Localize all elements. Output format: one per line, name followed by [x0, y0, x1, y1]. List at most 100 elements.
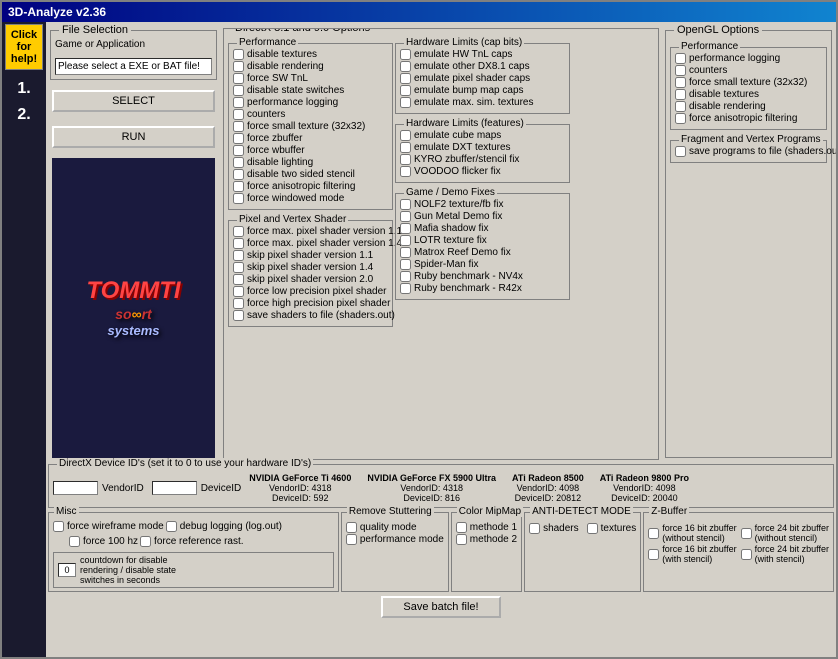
checkbox[interactable]	[233, 262, 244, 273]
vendor-id-label: VendorID	[102, 483, 144, 494]
checkbox-label: force anisotropic filtering	[689, 113, 797, 124]
checkbox-label: skip pixel shader version 1.4	[247, 262, 373, 273]
device-id-input[interactable]	[152, 481, 197, 495]
run-button[interactable]: RUN	[52, 126, 215, 148]
performance-mode-checkbox[interactable]	[346, 534, 357, 545]
checkbox[interactable]	[400, 97, 411, 108]
force-ref-label: force reference rast.	[154, 536, 243, 547]
checkbox[interactable]	[233, 121, 244, 132]
checkbox[interactable]	[675, 113, 686, 124]
checkbox-label: disable textures	[689, 89, 759, 100]
checkbox-item: force anisotropic filtering	[675, 113, 822, 124]
checkbox[interactable]	[233, 133, 244, 144]
checkbox[interactable]	[233, 286, 244, 297]
save-batch-button[interactable]: Save batch file!	[381, 596, 500, 618]
checkbox[interactable]	[400, 211, 411, 222]
checkbox[interactable]	[233, 298, 244, 309]
hw-cap-checkboxes: emulate HW TnL capsemulate other DX8.1 c…	[400, 49, 565, 108]
checkbox[interactable]	[233, 193, 244, 204]
checkbox-item: emulate bump map caps	[400, 85, 565, 96]
checkbox-item: Ruby benchmark - NV4x	[400, 271, 565, 282]
checkbox[interactable]	[233, 169, 244, 180]
game-app-label: Game or Application	[55, 39, 212, 50]
checkbox[interactable]	[400, 247, 411, 258]
force24-stencil-checkbox[interactable]	[741, 549, 752, 560]
checkbox[interactable]	[400, 259, 411, 270]
checkbox[interactable]	[233, 109, 244, 120]
checkbox[interactable]	[400, 73, 411, 84]
performance-checkboxes: disable texturesdisable renderingforce S…	[233, 49, 388, 204]
checkbox-label: VOODOO flicker fix	[414, 166, 501, 177]
checkbox-item: force high precision pixel shader	[233, 298, 388, 309]
checkbox[interactable]	[233, 49, 244, 60]
checkbox[interactable]	[233, 145, 244, 156]
force16-no-stencil-label: force 16 bit zbuffer(without stencil)	[662, 523, 736, 543]
methode2-checkbox[interactable]	[456, 534, 467, 545]
checkbox[interactable]	[233, 226, 244, 237]
countdown-box: countdown for disable rendering / disabl…	[53, 552, 334, 588]
methode1-checkbox[interactable]	[456, 522, 467, 533]
checkbox-label: force small texture (32x32)	[689, 77, 807, 88]
checkbox[interactable]	[233, 250, 244, 261]
checkbox[interactable]	[675, 53, 686, 64]
checkbox[interactable]	[400, 271, 411, 282]
checkbox[interactable]	[233, 310, 244, 321]
quality-mode-checkbox[interactable]	[346, 522, 357, 533]
checkbox-label: skip pixel shader version 2.0	[247, 274, 373, 285]
checkbox[interactable]	[675, 65, 686, 76]
checkbox[interactable]	[400, 223, 411, 234]
checkbox[interactable]	[233, 61, 244, 72]
force16-no-stencil-checkbox[interactable]	[648, 528, 659, 539]
select-button[interactable]: SELECT	[52, 90, 215, 112]
force24-no-stencil-checkbox[interactable]	[741, 528, 752, 539]
checkbox[interactable]	[233, 181, 244, 192]
checkbox[interactable]	[675, 77, 686, 88]
countdown-input[interactable]	[58, 563, 76, 577]
hw-limits-cap-title: Hardware Limits (cap bits)	[404, 37, 524, 48]
checkbox[interactable]	[233, 73, 244, 84]
force24-stencil-label: force 24 bit zbuffer(with stencil)	[755, 544, 829, 564]
checkbox[interactable]	[400, 154, 411, 165]
checkbox[interactable]	[400, 61, 411, 72]
textures-checkbox[interactable]	[587, 523, 598, 534]
shaders-checkbox[interactable]	[529, 523, 540, 534]
pixel-vertex-section: Pixel and Vertex Shader force max. pixel…	[228, 220, 393, 327]
force16-stencil-checkbox[interactable]	[648, 549, 659, 560]
checkbox[interactable]	[675, 89, 686, 100]
checkbox[interactable]	[400, 85, 411, 96]
checkbox[interactable]	[233, 157, 244, 168]
checkbox[interactable]	[400, 142, 411, 153]
checkbox[interactable]	[675, 146, 686, 157]
checkbox[interactable]	[400, 283, 411, 294]
checkbox[interactable]	[233, 85, 244, 96]
help-button[interactable]: Click for help!	[5, 24, 43, 70]
vendor-id-input[interactable]	[53, 481, 98, 495]
checkbox-label: Mafia shadow fix	[414, 223, 488, 234]
checkbox-label: disable rendering	[689, 101, 766, 112]
checkbox-item: disable two sided stencil	[233, 169, 388, 180]
checkbox[interactable]	[400, 49, 411, 60]
device-card: ATi Radeon 8500VendorID: 4098DeviceID: 2…	[512, 473, 584, 503]
force-ref-checkbox[interactable]	[140, 536, 151, 547]
force-100hz-checkbox[interactable]	[69, 536, 80, 547]
checkbox[interactable]	[400, 199, 411, 210]
main-window: 3D-Analyze v2.36 Click for help! 1. 2. F…	[0, 0, 838, 659]
checkbox[interactable]	[400, 235, 411, 246]
checkbox[interactable]	[400, 130, 411, 141]
checkbox[interactable]	[400, 166, 411, 177]
force-wireframe-checkbox[interactable]	[53, 521, 64, 532]
checkbox-label: skip pixel shader version 1.1	[247, 250, 373, 261]
checkbox[interactable]	[233, 97, 244, 108]
checkbox[interactable]	[675, 101, 686, 112]
checkbox-label: Matrox Reef Demo fix	[414, 247, 511, 258]
checkbox-label: emulate other DX8.1 caps	[414, 61, 530, 72]
checkbox-item: disable rendering	[233, 61, 388, 72]
zbuffer-section: Z-Buffer force 16 bit zbuffer(without st…	[643, 512, 834, 592]
checkbox-item: emulate HW TnL caps	[400, 49, 565, 60]
checkbox-label: disable state switches	[247, 85, 344, 96]
misc-title: Misc	[54, 506, 79, 517]
checkbox-item: disable textures	[233, 49, 388, 60]
debug-logging-checkbox[interactable]	[166, 521, 177, 532]
checkbox[interactable]	[233, 238, 244, 249]
checkbox[interactable]	[233, 274, 244, 285]
